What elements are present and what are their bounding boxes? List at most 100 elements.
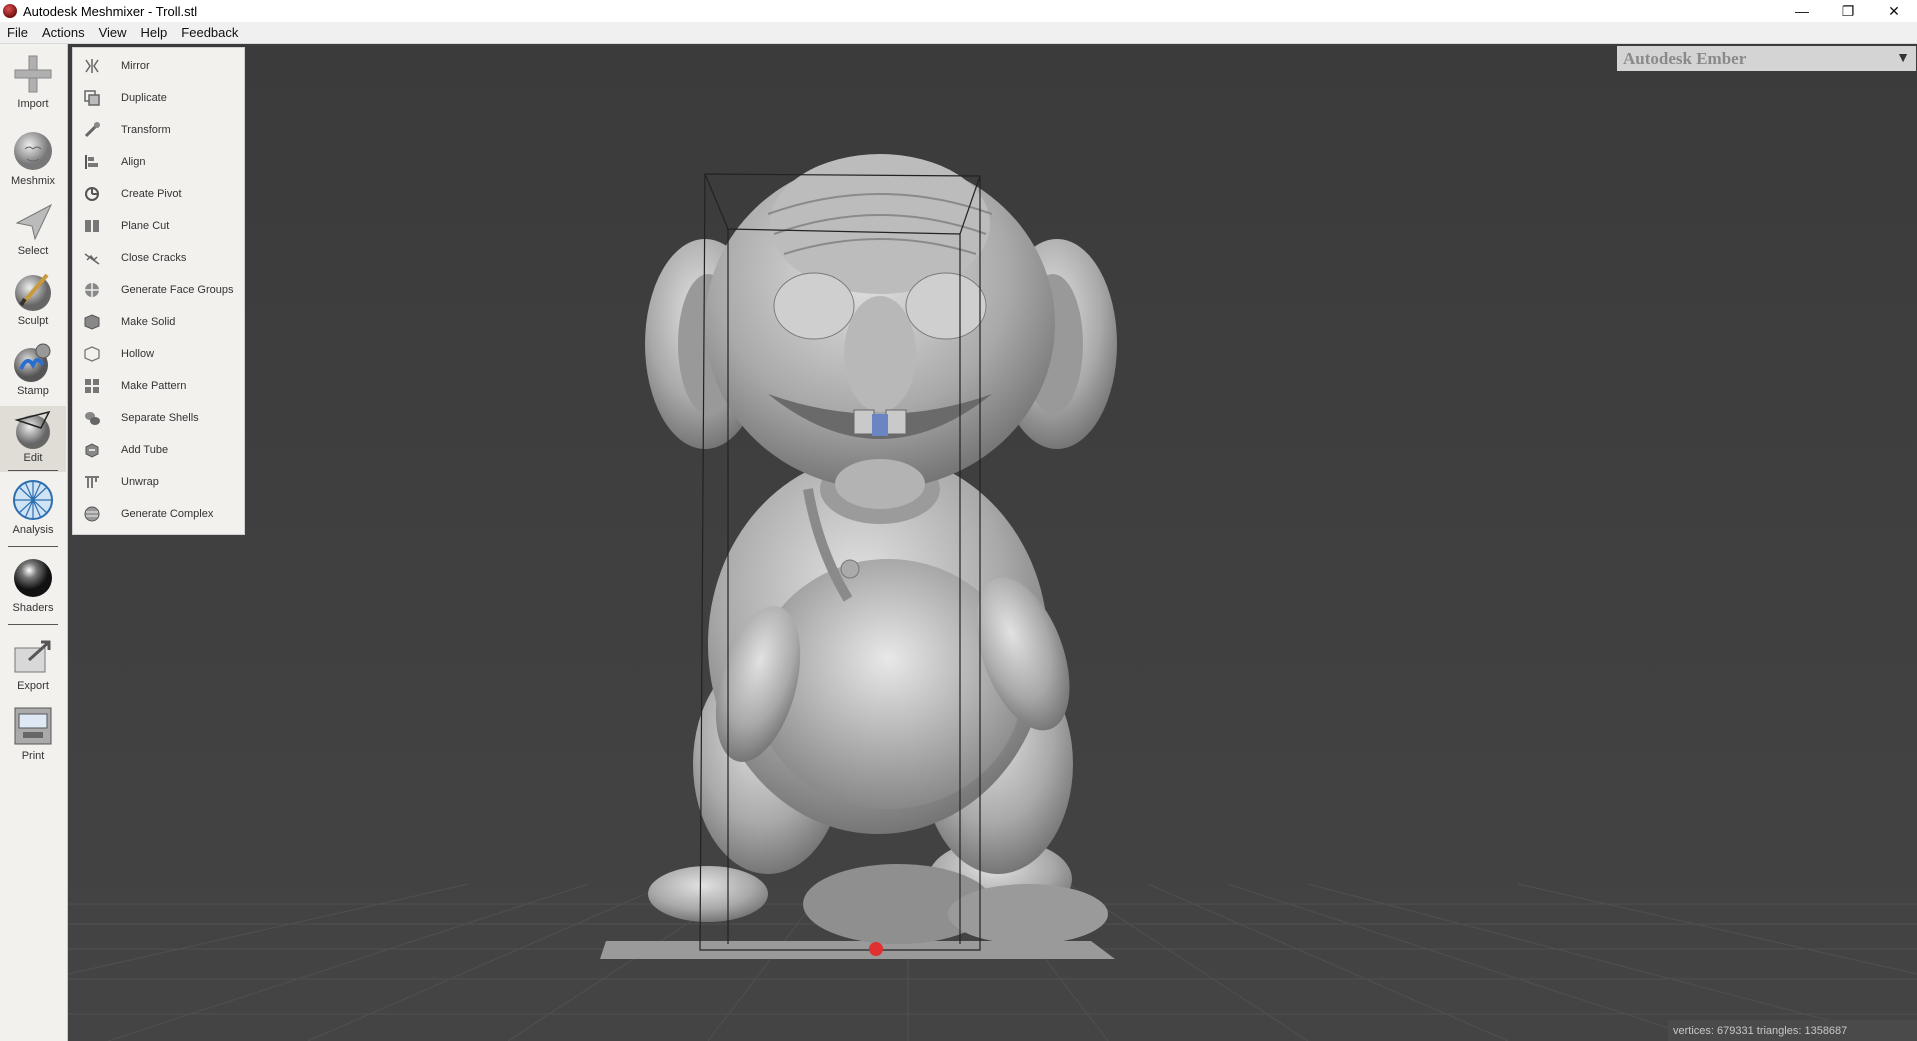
main-toolbar: Import Meshmix Select Sculpt Stamp Edit … — [0, 44, 68, 1041]
edit-plane-cut[interactable]: Plane Cut — [73, 210, 244, 242]
edit-item-label: Make Pattern — [121, 380, 187, 392]
tool-stamp[interactable]: Stamp — [0, 339, 66, 397]
maximize-button[interactable]: ❐ — [1825, 0, 1871, 22]
shader-sphere-icon — [14, 559, 52, 597]
tool-label: Print — [21, 750, 45, 762]
face-groups-icon — [84, 282, 100, 298]
mirror-icon — [84, 58, 100, 74]
minimize-button[interactable]: — — [1779, 0, 1825, 22]
ember-panel-title: Autodesk Ember — [1623, 48, 1747, 68]
pivot-icon — [84, 186, 100, 202]
tool-analysis[interactable]: Analysis — [0, 478, 66, 536]
edit-make-pattern[interactable]: Make Pattern — [73, 370, 244, 402]
meshmix-icon — [14, 132, 52, 170]
align-icon — [84, 154, 100, 170]
scene-canvas — [68, 44, 1917, 1041]
menu-help[interactable]: Help — [134, 25, 175, 40]
edit-align[interactable]: Align — [73, 146, 244, 178]
edit-item-label: Duplicate — [121, 92, 167, 104]
select-arrow-icon — [15, 203, 53, 241]
tool-label: Edit — [23, 452, 43, 464]
edit-item-label: Unwrap — [121, 476, 159, 488]
edit-item-label: Mirror — [121, 60, 150, 72]
duplicate-icon — [84, 90, 100, 106]
meshmixer-app-icon — [3, 4, 17, 18]
analysis-icon — [13, 480, 53, 520]
edit-unwrap[interactable]: Unwrap — [73, 466, 244, 498]
3d-viewport[interactable] — [68, 44, 1917, 1041]
ember-panel-header[interactable]: Autodesk Ember ▼ — [1617, 46, 1916, 71]
toolbar-divider — [8, 546, 58, 547]
edit-item-label: Generate Complex — [121, 508, 214, 520]
edit-add-tube[interactable]: Add Tube — [73, 434, 244, 466]
make-solid-icon — [84, 314, 100, 330]
tool-label: Shaders — [12, 602, 54, 614]
edit-close-cracks[interactable]: Close Cracks — [73, 242, 244, 274]
edit-item-label: Separate Shells — [121, 412, 199, 424]
edit-make-solid[interactable]: Make Solid — [73, 306, 244, 338]
edit-item-label: Transform — [121, 124, 171, 136]
complex-icon — [84, 506, 100, 522]
close-cracks-icon — [84, 250, 100, 266]
toolbar-divider — [8, 470, 58, 471]
mesh-stats-status: vertices: 679331 triangles: 1358687 — [1668, 1020, 1917, 1041]
edit-item-label: Add Tube — [121, 444, 169, 456]
pattern-icon — [84, 378, 100, 394]
collapse-triangle-icon[interactable]: ▼ — [1896, 51, 1916, 67]
menu-file[interactable]: File — [0, 25, 35, 40]
tool-label: Analysis — [12, 524, 54, 536]
hollow-icon — [84, 346, 100, 362]
plane-cut-icon — [84, 218, 100, 234]
edit-mirror[interactable]: Mirror — [73, 50, 244, 82]
edit-generate-complex[interactable]: Generate Complex — [73, 498, 244, 530]
toolbar-divider — [8, 624, 58, 625]
edit-hollow[interactable]: Hollow — [73, 338, 244, 370]
tool-select[interactable]: Select — [0, 199, 66, 257]
edit-icon — [14, 410, 51, 449]
tool-meshmix[interactable]: Meshmix — [0, 129, 66, 187]
brush-icon — [15, 273, 51, 311]
transform-icon — [84, 122, 100, 138]
unwrap-icon — [84, 474, 100, 490]
edit-item-label: Make Solid — [121, 316, 176, 328]
menu-feedback[interactable]: Feedback — [174, 25, 245, 40]
edit-transform[interactable]: Transform — [73, 114, 244, 146]
printer-icon — [14, 707, 52, 745]
pivot-marker — [869, 942, 883, 956]
tool-edit[interactable]: Edit — [0, 406, 66, 472]
edit-item-label: Create Pivot — [121, 188, 182, 200]
edit-item-label: Close Cracks — [121, 252, 187, 264]
separate-shells-icon — [84, 410, 100, 426]
window-title: Autodesk Meshmixer - Troll.stl — [23, 3, 198, 19]
menu-bar: File Actions View Help Feedback — [0, 22, 1917, 44]
tool-label: Stamp — [17, 385, 49, 397]
menu-view[interactable]: View — [92, 25, 134, 40]
edit-item-label: Align — [121, 156, 146, 168]
selected-tooth-highlight — [872, 414, 888, 436]
tool-print[interactable]: Print — [0, 704, 66, 762]
tool-label: Sculpt — [17, 315, 49, 327]
title-bar: Autodesk Meshmixer - Troll.stl — ❐ ✕ — [0, 0, 1917, 22]
edit-create-pivot[interactable]: Create Pivot — [73, 178, 244, 210]
edit-separate-shells[interactable]: Separate Shells — [73, 402, 244, 434]
menu-actions[interactable]: Actions — [35, 25, 92, 40]
edit-duplicate[interactable]: Duplicate — [73, 82, 244, 114]
tool-label: Import — [17, 98, 49, 110]
edit-generate-face-groups[interactable]: Generate Face Groups — [73, 274, 244, 306]
tube-icon — [84, 442, 100, 458]
edit-item-label: Hollow — [121, 348, 155, 360]
tool-import[interactable]: Import — [0, 52, 66, 110]
edit-item-label: Plane Cut — [121, 220, 170, 232]
export-icon — [14, 640, 51, 673]
tool-sculpt[interactable]: Sculpt — [0, 269, 66, 327]
tool-label: Select — [17, 245, 49, 257]
close-button[interactable]: ✕ — [1871, 0, 1917, 22]
edit-tools-menu: Mirror Duplicate Transform Align Create … — [72, 47, 245, 535]
edit-item-label: Generate Face Groups — [121, 284, 234, 296]
plus-icon — [14, 55, 52, 93]
tool-shaders[interactable]: Shaders — [0, 556, 66, 614]
tool-label: Meshmix — [10, 175, 55, 187]
tool-export[interactable]: Export — [0, 634, 66, 692]
tool-label: Export — [17, 680, 49, 692]
stamp-icon — [14, 343, 51, 382]
